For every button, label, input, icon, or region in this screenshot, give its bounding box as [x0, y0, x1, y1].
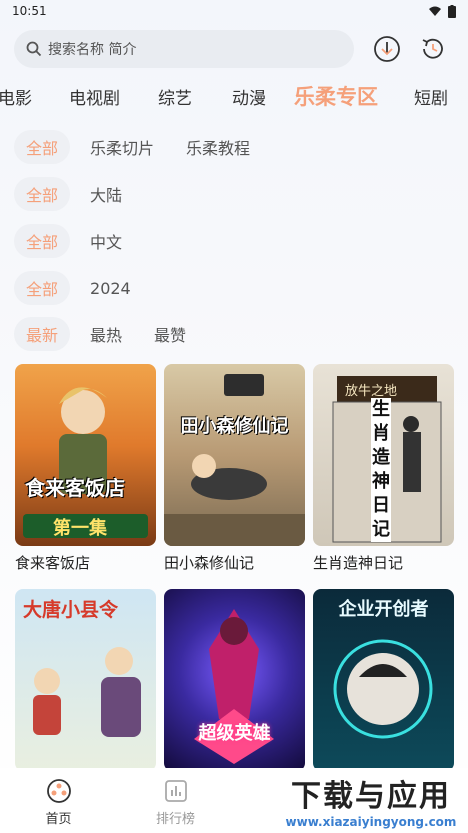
filter-type: 全部 乐柔切片 乐柔教程 — [14, 130, 262, 164]
search-row: 搜索名称 简介 — [14, 30, 454, 68]
search-placeholder: 搜索名称 简介 — [48, 42, 137, 58]
sort-hottest[interactable]: 最热 — [78, 317, 134, 351]
watermark: 下载与应用 www.xiazaiyingyong.com — [276, 770, 466, 830]
filter-year-all[interactable]: 全部 — [14, 271, 71, 305]
status-bar: 10:51 — [0, 0, 468, 22]
poster-title: 企业开创者 — [338, 599, 429, 620]
video-poster[interactable]: 大唐小县令 — [15, 589, 156, 771]
video-title: 田小森修仙记 — [164, 554, 255, 572]
filter-language-all[interactable]: 全部 — [14, 224, 71, 258]
search-icon — [26, 41, 42, 57]
filter-type-clips[interactable]: 乐柔切片 — [78, 130, 166, 164]
nav-home[interactable]: 首页 — [0, 778, 117, 827]
video-poster[interactable]: 企业开创者 — [313, 589, 454, 771]
filter-year-2024[interactable]: 2024 — [78, 274, 143, 303]
search-input[interactable]: 搜索名称 简介 — [14, 30, 354, 68]
filter-year: 全部 2024 — [14, 271, 143, 305]
home-icon — [46, 779, 71, 803]
sort-newest[interactable]: 最新 — [14, 317, 71, 351]
status-icons — [428, 4, 456, 18]
video-card[interactable]: 田小森修仙记 田小森修仙记 — [164, 364, 305, 573]
wifi-icon — [429, 6, 441, 16]
video-title: 生肖造神日记 — [313, 554, 404, 572]
video-poster[interactable]: 放牛之地 生肖造神日记 — [313, 364, 454, 546]
video-card[interactable]: 超级英雄 — [164, 589, 305, 771]
filter-sort: 最新 最热 最赞 — [14, 317, 198, 351]
poster-title: 超级英雄 — [198, 723, 271, 744]
watermark-url: www.xiazaiyingyong.com — [285, 815, 457, 829]
video-card[interactable]: 食来客饭店 第一集 食来客饭店 — [15, 364, 156, 573]
filter-language: 全部 中文 — [14, 224, 134, 258]
chart-icon — [164, 780, 187, 802]
nav-ranking[interactable]: 排行榜 — [117, 778, 234, 827]
video-card[interactable]: 大唐小县令 — [15, 589, 156, 771]
watermark-text: 下载与应用 — [291, 779, 451, 814]
tab-variety[interactable]: 综艺 — [158, 84, 192, 109]
category-tabs: 电影 电视剧 综艺 动漫 乐柔专区 短剧 — [0, 80, 468, 112]
poster-subtitle: 第一集 — [53, 518, 107, 539]
video-card[interactable]: 企业开创者 — [313, 589, 454, 771]
tab-lerou-zone[interactable]: 乐柔专区 — [294, 81, 378, 111]
status-time: 10:51 — [12, 4, 47, 18]
video-card[interactable]: 放牛之地 生肖造神日记 生肖造神日记 — [313, 364, 454, 573]
filter-region-mainland[interactable]: 大陆 — [78, 177, 134, 211]
poster-title: 田小森修仙记 — [180, 416, 289, 437]
tab-tv-series[interactable]: 电视剧 — [69, 84, 120, 109]
video-poster[interactable]: 食来客饭店 第一集 — [15, 364, 156, 546]
tab-movies[interactable]: 电影 — [0, 84, 32, 109]
sort-most-liked[interactable]: 最赞 — [142, 317, 198, 351]
history-icon[interactable] — [418, 34, 448, 64]
nav-home-label: 首页 — [45, 812, 72, 827]
tab-short-drama[interactable]: 短剧 — [414, 84, 448, 109]
battery-icon — [448, 4, 456, 18]
poster-title: 生肖造神日记 — [371, 398, 391, 542]
filter-region: 全部 大陆 — [14, 177, 134, 211]
nav-ranking-label: 排行榜 — [155, 812, 195, 827]
video-poster[interactable]: 超级英雄 — [164, 589, 305, 771]
poster-subtitle: 放牛之地 — [345, 384, 398, 399]
tab-anime[interactable]: 动漫 — [232, 84, 266, 109]
poster-title: 大唐小县令 — [23, 599, 119, 621]
poster-art — [164, 374, 305, 546]
filter-language-chinese[interactable]: 中文 — [78, 224, 134, 258]
filter-region-all[interactable]: 全部 — [14, 177, 71, 211]
filter-type-all[interactable]: 全部 — [14, 130, 71, 164]
poster-title: 食来客饭店 — [25, 476, 125, 500]
download-icon[interactable] — [372, 34, 402, 64]
video-poster[interactable]: 田小森修仙记 — [164, 364, 305, 546]
filter-type-tutorials[interactable]: 乐柔教程 — [174, 130, 262, 164]
video-title: 食来客饭店 — [15, 554, 91, 572]
